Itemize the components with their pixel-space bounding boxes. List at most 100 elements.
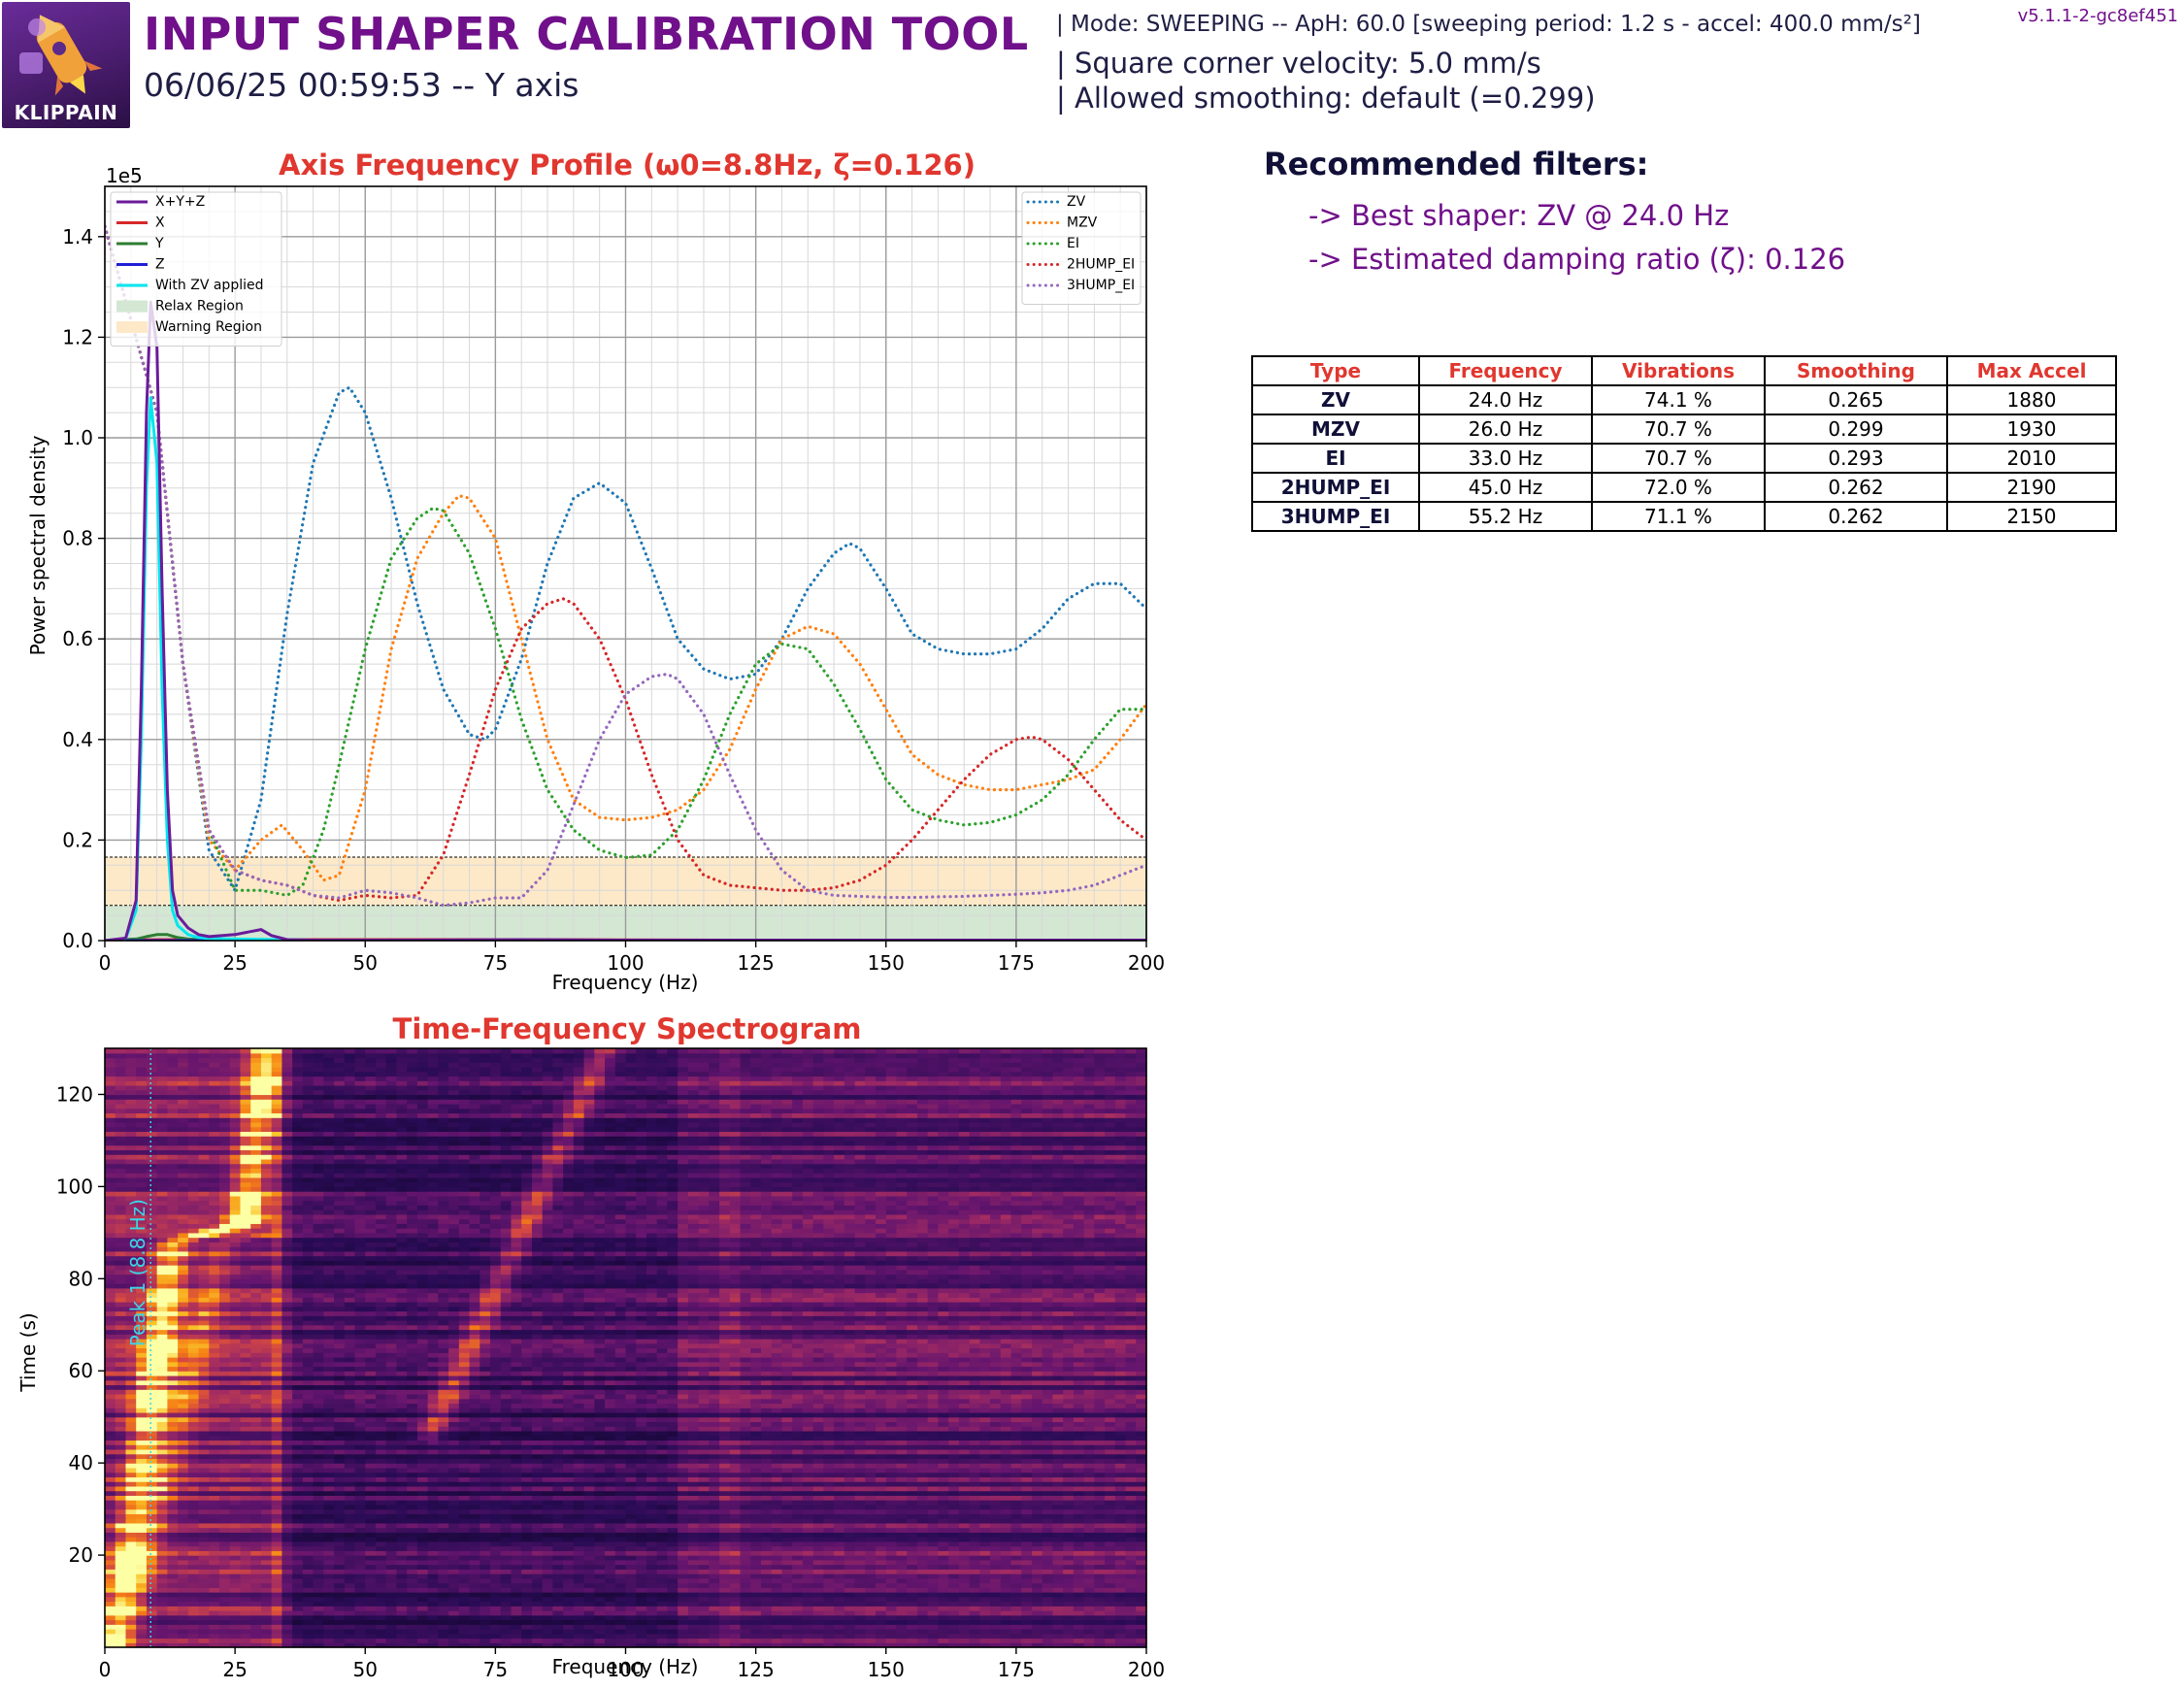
spectrogram-cell <box>344 1448 356 1455</box>
spectrogram-cell <box>250 1467 262 1474</box>
spectrogram-cell <box>594 1596 606 1603</box>
spectrogram-cell <box>178 1522 189 1529</box>
spectrogram-cell <box>563 1453 575 1460</box>
spectrogram-cell <box>531 1550 544 1556</box>
spectrogram-cell <box>500 1440 513 1445</box>
spectrogram-cell <box>990 1540 1002 1547</box>
spectrogram-cell <box>885 1614 898 1621</box>
spectrogram-cell <box>636 1577 647 1584</box>
spectrogram-cell <box>605 1540 616 1547</box>
spectrogram-cell <box>416 1540 429 1547</box>
spectrogram-cell <box>563 1592 575 1598</box>
spectrogram-cell <box>750 1444 762 1450</box>
spectrogram-cell <box>334 1485 346 1492</box>
spectrogram-cell <box>698 1629 710 1635</box>
spectrogram-cell <box>260 1545 273 1551</box>
spectrogram-cell <box>719 1495 731 1501</box>
spectrogram-cell <box>1083 1550 1095 1556</box>
spectrogram-cell <box>448 1629 460 1635</box>
spectrogram-cell <box>1063 1573 1075 1579</box>
spectrogram-cell <box>427 1587 439 1593</box>
spectrogram-cell <box>1083 1573 1095 1579</box>
spectrogram-cell <box>250 1444 262 1450</box>
spectrogram-cell <box>958 1440 971 1445</box>
spectrogram-cell <box>614 1545 627 1551</box>
spectrogram-cell <box>938 1518 949 1524</box>
spectrogram-cell <box>136 1540 148 1547</box>
spectrogram-cell <box>979 1550 991 1556</box>
spectrogram-cell <box>458 1430 471 1437</box>
spectrogram-cell <box>209 1550 220 1556</box>
spectrogram-cell <box>344 1495 356 1501</box>
spectrogram-cell <box>354 1564 366 1570</box>
spectrogram-cell <box>645 1587 658 1593</box>
spectrogram-cell <box>198 1610 210 1616</box>
spectrogram-cell <box>1052 1481 1064 1487</box>
spectrogram-cell <box>313 1435 324 1441</box>
spectrogram-cell <box>1031 1596 1043 1603</box>
spectrogram-cell <box>729 1430 742 1437</box>
spectrogram-cell <box>614 1463 627 1469</box>
spectrogram-cell <box>260 1569 273 1574</box>
spectrogram-cell <box>219 1490 231 1496</box>
spectrogram-cell <box>927 1545 939 1551</box>
spectrogram-cell <box>865 1555 877 1561</box>
spectrogram-cell <box>427 1624 439 1630</box>
spectrogram-cell <box>458 1426 471 1432</box>
spectrogram-cell <box>573 1559 585 1566</box>
spectrogram-cell <box>729 1582 742 1588</box>
spectrogram-cell <box>614 1624 627 1630</box>
spectrogram-cell <box>500 1485 513 1492</box>
table-row: MZV 26.0 Hz 70.7 % 0.299 1930 <box>1251 414 2117 445</box>
spectrogram-cell <box>1105 1440 1116 1445</box>
spectrogram-cell <box>521 1559 533 1566</box>
spectrogram-cell <box>844 1629 856 1635</box>
spectrogram-cell <box>552 1555 564 1561</box>
spectrogram-cell <box>709 1550 720 1556</box>
spectrogram-cell <box>323 1619 335 1625</box>
spectrogram-cell <box>1105 1448 1116 1455</box>
spectrogram-cell <box>552 1458 564 1464</box>
spectrogram-cell <box>594 1624 606 1630</box>
spectrogram-cell <box>260 1596 273 1603</box>
spectrogram-cell <box>250 1601 262 1606</box>
page-title: INPUT SHAPER CALIBRATION TOOL <box>144 8 1029 60</box>
spectrogram-cell <box>760 1573 773 1579</box>
spectrogram-cell <box>916 1430 929 1437</box>
spectrogram-cell <box>105 1555 116 1561</box>
spectrogram-cell <box>375 1638 387 1643</box>
spectrogram-cell <box>969 1430 980 1437</box>
spectrogram-cell <box>812 1601 824 1606</box>
spectrogram-cell <box>1052 1518 1064 1524</box>
spectrogram-cell <box>250 1426 262 1432</box>
spectrogram-cell <box>469 1472 480 1477</box>
spectrogram-cell <box>709 1633 720 1639</box>
spectrogram-cell <box>469 1537 480 1542</box>
spectrogram-cell <box>1031 1463 1043 1469</box>
spectrogram-cell <box>573 1426 585 1432</box>
spectrogram-cell <box>698 1453 710 1460</box>
spectrogram-cell <box>1063 1472 1075 1477</box>
spectrogram-cell <box>844 1430 856 1437</box>
spectrogram-cell <box>1136 1564 1147 1570</box>
spectrogram-cell <box>125 1453 137 1460</box>
spectrogram-cell <box>781 1463 793 1469</box>
spectrogram-cell <box>187 1537 200 1542</box>
spectrogram-cell <box>407 1559 418 1566</box>
spectrogram-cell <box>125 1540 137 1547</box>
spectrogram-cell <box>500 1513 513 1519</box>
spectrogram-cell <box>792 1495 804 1501</box>
spectrogram-cell <box>209 1513 220 1519</box>
spectrogram-cell <box>916 1577 929 1584</box>
spectrogram-cell <box>678 1537 689 1542</box>
spectrogram-cell <box>885 1472 898 1477</box>
spectrogram-cell <box>844 1440 856 1445</box>
spectrogram-cell <box>740 1500 751 1506</box>
spectrogram-cell <box>583 1518 595 1524</box>
spectrogram-cell <box>281 1481 293 1487</box>
spectrogram-cell <box>115 1508 127 1514</box>
spectrogram-cell <box>1063 1537 1075 1542</box>
spectrogram-cell <box>1052 1485 1064 1492</box>
spectrogram-cell <box>750 1440 762 1445</box>
spectrogram-cell <box>500 1508 513 1514</box>
